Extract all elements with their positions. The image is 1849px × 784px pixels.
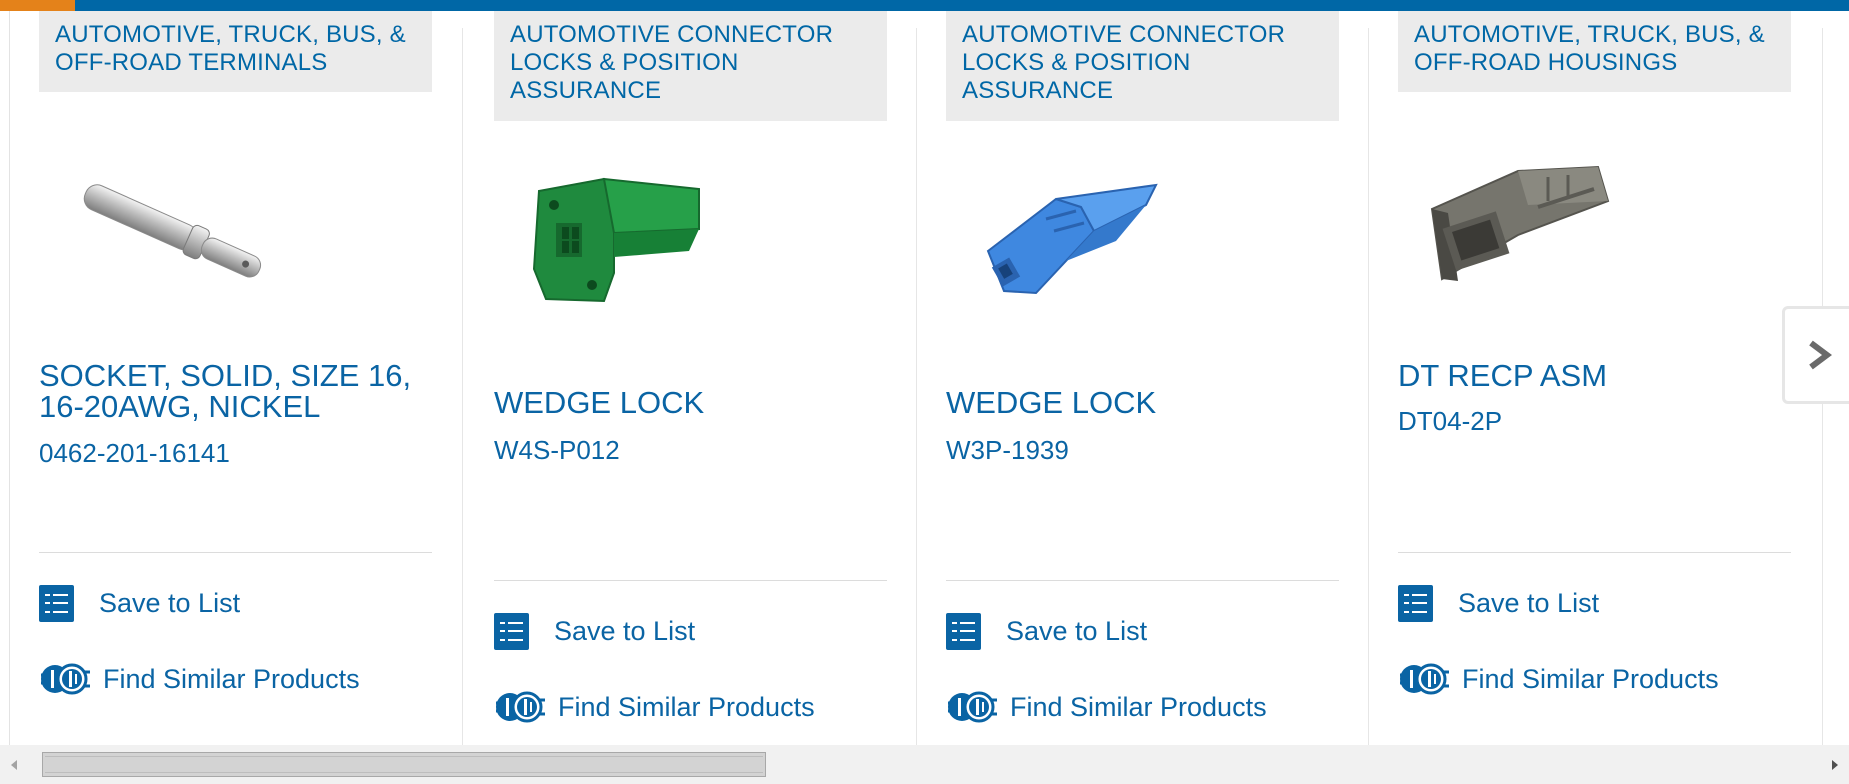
gears-icon [496, 691, 545, 723]
find-similar-products-button[interactable]: Find Similar Products [39, 657, 360, 701]
page: AUTOMOTIVE, TRUCK, BUS, & OFF-ROAD TERMI… [0, 0, 1849, 784]
product-card: AUTOMOTIVE CONNECTOR LOCKS & POSITION AS… [946, 11, 1339, 745]
product-image[interactable] [1398, 131, 1791, 321]
find-similar-label: Find Similar Products [1010, 691, 1267, 722]
find-similar-products-button[interactable]: Find Similar Products [1398, 657, 1719, 701]
top-accent-orange [0, 0, 75, 11]
product-image[interactable] [494, 161, 887, 351]
card-divider [1368, 28, 1369, 745]
product-card: AUTOMOTIVE, TRUCK, BUS, & OFF-ROAD TERMI… [39, 11, 432, 745]
category-label[interactable]: AUTOMOTIVE CONNECTOR LOCKS & POSITION AS… [494, 11, 887, 121]
scroll-left-arrow-icon [11, 759, 17, 770]
product-title[interactable]: SOCKET, SOLID, SIZE 16, 16-20AWG, NICKEL [39, 360, 432, 422]
part-number[interactable]: W4S-P012 [494, 435, 620, 465]
socket-terminal-image [83, 184, 262, 278]
card-separator [1398, 552, 1791, 553]
save-to-list-button[interactable]: Save to List [1398, 585, 1599, 622]
gray-receptacle-housing-image [1430, 165, 1610, 281]
card-divider [916, 28, 917, 745]
product-card: AUTOMOTIVE CONNECTOR LOCKS & POSITION AS… [494, 11, 887, 745]
save-to-list-button[interactable]: Save to List [39, 585, 240, 622]
category-label[interactable]: AUTOMOTIVE CONNECTOR LOCKS & POSITION AS… [946, 11, 1339, 121]
checklist-icon [39, 585, 74, 622]
find-similar-label: Find Similar Products [1462, 663, 1719, 694]
gears-icon [41, 663, 90, 695]
category-label[interactable]: AUTOMOTIVE, TRUCK, BUS, & OFF-ROAD HOUSI… [1398, 11, 1791, 92]
category-label[interactable]: AUTOMOTIVE, TRUCK, BUS, & OFF-ROAD TERMI… [39, 11, 432, 92]
product-card: AUTOMOTIVE, TRUCK, BUS, & OFF-ROAD HOUSI… [1398, 11, 1791, 745]
save-to-list-label: Save to List [99, 588, 241, 618]
product-image[interactable] [39, 131, 432, 321]
save-to-list-label: Save to List [1458, 588, 1600, 618]
scroll-thumb[interactable] [42, 752, 766, 777]
part-number[interactable]: 0462-201-16141 [39, 438, 230, 468]
top-accent-bar [0, 0, 1849, 11]
save-to-list-label: Save to List [1006, 616, 1148, 646]
find-similar-products-button[interactable]: Find Similar Products [946, 685, 1267, 729]
find-similar-label: Find Similar Products [558, 691, 815, 722]
product-image[interactable] [946, 161, 1339, 351]
save-to-list-button[interactable]: Save to List [494, 613, 695, 650]
card-separator [494, 580, 887, 581]
card-separator [946, 580, 1339, 581]
blue-wedge-lock-image [986, 183, 1158, 295]
card-separator [39, 552, 432, 553]
product-title[interactable]: WEDGE LOCK [494, 387, 887, 418]
checklist-icon [494, 613, 529, 650]
chevron-right-icon [1809, 340, 1832, 370]
gears-icon [1400, 663, 1449, 695]
part-number[interactable]: DT04-2P [1398, 406, 1502, 436]
find-similar-label: Find Similar Products [103, 663, 360, 694]
checklist-icon [946, 613, 981, 650]
product-carousel: AUTOMOTIVE, TRUCK, BUS, & OFF-ROAD TERMI… [10, 11, 1849, 745]
part-number[interactable]: W3P-1939 [946, 435, 1069, 465]
product-title[interactable]: WEDGE LOCK [946, 387, 1339, 418]
gears-icon [948, 691, 997, 723]
save-to-list-label: Save to List [554, 616, 696, 646]
scroll-right-arrow-icon [1832, 759, 1838, 770]
carousel-next-button[interactable] [1782, 306, 1849, 404]
scroll-right-button[interactable] [1821, 745, 1849, 784]
scroll-track[interactable] [28, 745, 1821, 784]
green-wedge-lock-image [532, 177, 700, 303]
product-title[interactable]: DT RECP ASM [1398, 360, 1791, 391]
horizontal-scrollbar[interactable] [0, 745, 1849, 784]
card-divider [462, 28, 463, 745]
scroll-left-button[interactable] [0, 745, 28, 784]
checklist-icon [1398, 585, 1433, 622]
find-similar-products-button[interactable]: Find Similar Products [494, 685, 815, 729]
save-to-list-button[interactable]: Save to List [946, 613, 1147, 650]
